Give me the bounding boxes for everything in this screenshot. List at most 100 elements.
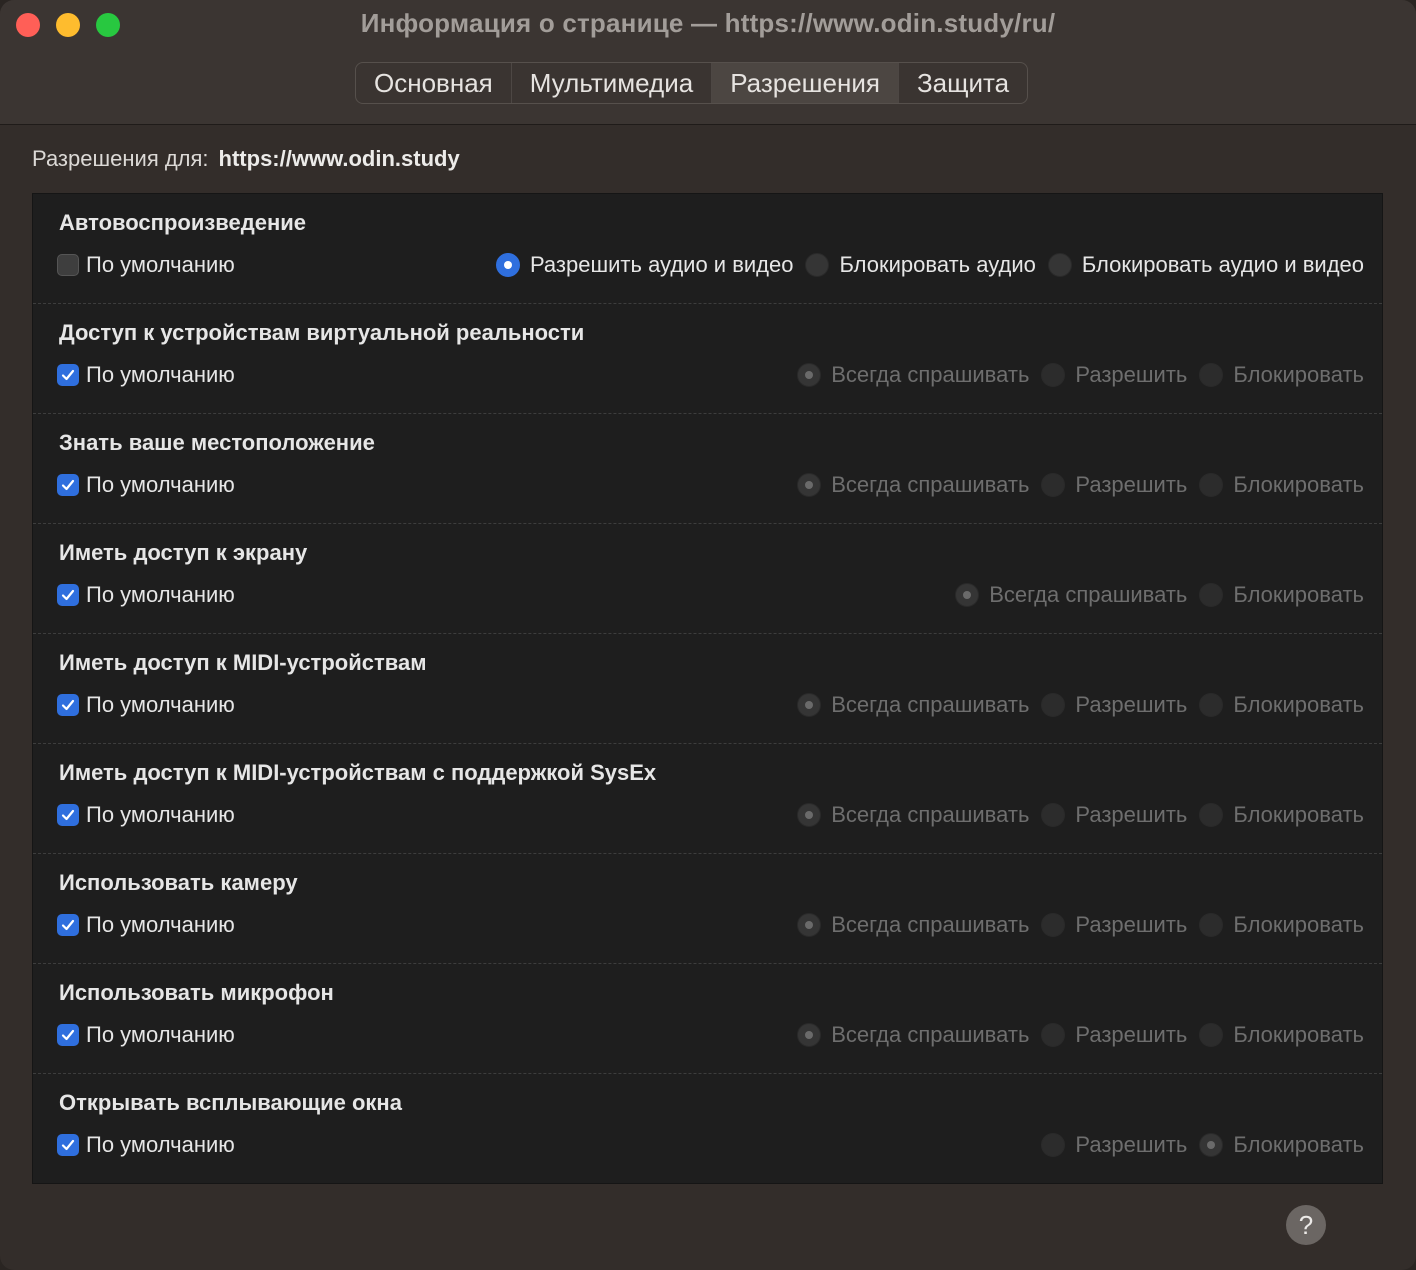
checkbox-empty-icon[interactable]	[57, 254, 79, 276]
question-icon: ?	[1298, 1210, 1314, 1240]
permission-option-radio[interactable]: Разрешить	[1041, 1022, 1187, 1048]
permission-option-label: Всегда спрашивать	[831, 802, 1030, 827]
permission-option-radio[interactable]: Блокировать	[1199, 472, 1364, 498]
tab-general[interactable]: Основная	[356, 63, 512, 103]
permission-option-radio[interactable]: Всегда спрашивать	[797, 362, 1029, 388]
use-default-checkbox[interactable]: По умолчанию	[57, 252, 235, 278]
permission-options: Разрешить Блокировать	[1029, 1132, 1364, 1158]
checkmark-icon[interactable]	[57, 1024, 79, 1046]
permission-option-radio[interactable]: Блокировать	[1199, 692, 1364, 718]
radio-empty-icon[interactable]	[1041, 693, 1066, 717]
permission-option-label: Всегда спрашивать	[831, 912, 1030, 937]
permission-option-radio[interactable]: Блокировать	[1199, 1022, 1364, 1048]
permission-option-label: Всегда спрашивать	[989, 582, 1188, 607]
tab-security[interactable]: Защита	[899, 63, 1027, 103]
use-default-checkbox[interactable]: По умолчанию	[57, 582, 235, 608]
permission-option-radio[interactable]: Всегда спрашивать	[797, 472, 1029, 498]
permission-options: Всегда спрашивать Разрешить Блокировать	[785, 472, 1364, 498]
permission-row-microphone: Использовать микрофон По умолчанию Всегда …	[33, 964, 1382, 1074]
permission-options: Всегда спрашивать Разрешить Блокировать	[785, 692, 1364, 718]
permission-option-radio[interactable]: Блокировать	[1199, 1132, 1364, 1158]
permission-option-radio[interactable]: Блокировать	[1199, 582, 1364, 608]
permission-option-radio[interactable]: Разрешить	[1041, 802, 1187, 828]
permissions-for-label: Разрешения для:	[32, 146, 209, 171]
checkmark-icon[interactable]	[57, 694, 79, 716]
permission-row-geo: Знать ваше местоположение По умолчанию Все…	[33, 414, 1382, 524]
use-default-checkbox[interactable]: По умолчанию	[57, 472, 235, 498]
use-default-label: По умолчанию	[86, 362, 235, 387]
radio-selected-icon[interactable]	[1199, 1133, 1224, 1157]
permission-option-label: Разрешить	[1075, 362, 1188, 387]
permissions-for: Разрешения для: https://www.odin.study	[32, 146, 460, 172]
permission-option-radio[interactable]: Разрешить	[1041, 692, 1187, 718]
checkmark-icon[interactable]	[57, 364, 79, 386]
permission-option-radio[interactable]: Всегда спрашивать	[797, 912, 1029, 938]
radio-empty-icon[interactable]	[1199, 473, 1224, 497]
permission-option-radio[interactable]: Разрешить	[1041, 362, 1187, 388]
radio-empty-icon[interactable]	[1041, 1133, 1066, 1157]
radio-empty-icon[interactable]	[1041, 1023, 1066, 1047]
permission-option-radio[interactable]: Блокировать аудио и видео	[1047, 252, 1364, 278]
permission-option-label: Разрешить аудио и видео	[529, 252, 794, 277]
use-default-checkbox[interactable]: По умолчанию	[57, 912, 235, 938]
radio-empty-icon[interactable]	[1199, 693, 1224, 717]
permission-option-radio[interactable]: Всегда спрашивать	[797, 1022, 1029, 1048]
use-default-checkbox[interactable]: По умолчанию	[57, 1022, 235, 1048]
radio-selected-icon[interactable]	[797, 913, 822, 937]
permission-option-radio[interactable]: Всегда спрашивать	[797, 692, 1029, 718]
permission-option-radio[interactable]: Разрешить	[1041, 912, 1187, 938]
permission-title: Иметь доступ к MIDI-устройствам с поддер…	[59, 760, 657, 785]
radio-selected-icon[interactable]	[495, 253, 520, 277]
radio-selected-icon[interactable]	[955, 583, 980, 607]
checkmark-icon[interactable]	[57, 474, 79, 496]
radio-empty-icon[interactable]	[1047, 253, 1072, 277]
permission-row-popups: Открывать всплывающие окна По умолчанию Ра…	[33, 1074, 1382, 1184]
permission-option-radio[interactable]: Разрешить	[1041, 472, 1187, 498]
radio-empty-icon[interactable]	[805, 253, 830, 277]
use-default-checkbox[interactable]: По умолчанию	[57, 692, 235, 718]
permission-option-radio[interactable]: Блокировать аудио	[805, 252, 1036, 278]
checkmark-icon[interactable]	[57, 914, 79, 936]
checkmark-icon[interactable]	[57, 1134, 79, 1156]
radio-empty-icon[interactable]	[1199, 803, 1224, 827]
use-default-checkbox[interactable]: По умолчанию	[57, 362, 235, 388]
permission-row-xr: Доступ к устройствам виртуальной реально…	[33, 304, 1382, 414]
permission-option-label: Блокировать	[1233, 1132, 1364, 1157]
radio-empty-icon[interactable]	[1041, 363, 1066, 387]
permission-row-autoplay: Автовоспроизведение По умолчанию Разрешить…	[33, 194, 1382, 304]
radio-selected-icon[interactable]	[797, 473, 822, 497]
radio-empty-icon[interactable]	[1199, 583, 1224, 607]
use-default-label: По умолчанию	[86, 582, 235, 607]
permission-options: Всегда спрашивать Разрешить Блокировать	[785, 1022, 1364, 1048]
radio-selected-icon[interactable]	[797, 693, 822, 717]
permission-option-label: Блокировать	[1233, 582, 1364, 607]
permission-row-midi: Иметь доступ к MIDI-устройствам По умолча…	[33, 634, 1382, 744]
radio-selected-icon[interactable]	[797, 1023, 822, 1047]
permission-option-radio[interactable]: Блокировать	[1199, 362, 1364, 388]
permission-options: Всегда спрашивать Разрешить Блокировать	[785, 362, 1364, 388]
use-default-label: По умолчанию	[86, 802, 235, 827]
permission-option-radio[interactable]: Блокировать	[1199, 912, 1364, 938]
radio-empty-icon[interactable]	[1041, 803, 1066, 827]
tab-permissions[interactable]: Разрешения	[712, 63, 899, 103]
permission-option-radio[interactable]: Разрешить аудио и видео	[495, 252, 794, 278]
radio-empty-icon[interactable]	[1199, 1023, 1224, 1047]
permission-option-radio[interactable]: Разрешить	[1041, 1132, 1187, 1158]
checkmark-icon[interactable]	[57, 584, 79, 606]
permission-option-radio[interactable]: Всегда спрашивать	[797, 802, 1029, 828]
tab-media[interactable]: Мультимедиа	[512, 63, 713, 103]
checkmark-icon[interactable]	[57, 804, 79, 826]
radio-empty-icon[interactable]	[1199, 363, 1224, 387]
radio-selected-icon[interactable]	[797, 363, 822, 387]
use-default-checkbox[interactable]: По умолчанию	[57, 802, 235, 828]
help-button[interactable]: ?	[1286, 1205, 1326, 1245]
radio-empty-icon[interactable]	[1041, 473, 1066, 497]
radio-empty-icon[interactable]	[1199, 913, 1224, 937]
permission-option-label: Блокировать	[1233, 802, 1364, 827]
radio-selected-icon[interactable]	[797, 803, 822, 827]
radio-empty-icon[interactable]	[1041, 913, 1066, 937]
permission-option-radio[interactable]: Всегда спрашивать	[955, 582, 1187, 608]
use-default-checkbox[interactable]: По умолчанию	[57, 1132, 235, 1158]
permission-option-radio[interactable]: Блокировать	[1199, 802, 1364, 828]
permission-option-label: Разрешить	[1075, 692, 1188, 717]
